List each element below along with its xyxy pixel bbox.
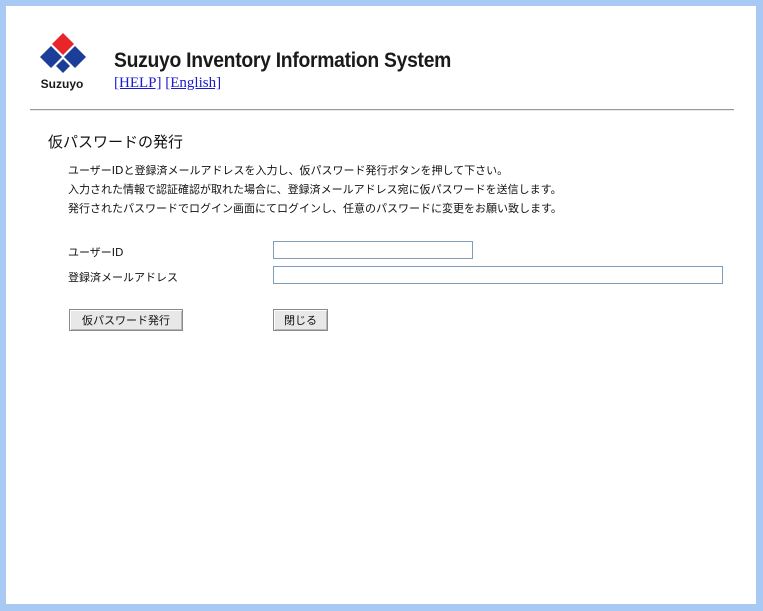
email-label: 登録済メールアドレス <box>68 271 178 284</box>
instruction-line: ユーザーIDと登録済メールアドレスを入力し、仮パスワード発行ボタンを押して下さい… <box>68 164 509 177</box>
close-button[interactable]: 閉じる <box>273 309 328 331</box>
logo-text: Suzuyo <box>40 77 84 91</box>
help-link[interactable]: [HELP] <box>114 75 162 91</box>
instruction-line: 入力された情報で認証確認が取れた場合に、登録済メールアドレス宛に仮パスワードを送… <box>68 183 562 196</box>
user-id-label: ユーザーID <box>68 246 124 259</box>
system-title: Suzuyo Inventory Information System <box>114 49 452 72</box>
header-divider <box>30 109 734 111</box>
email-input[interactable] <box>273 266 723 284</box>
logo-diamond-icon <box>40 33 86 73</box>
user-id-input[interactable] <box>273 241 473 259</box>
issue-temp-password-button[interactable]: 仮パスワード発行 <box>69 309 183 331</box>
page-frame: Suzuyo Suzuyo Inventory Information Syst… <box>6 6 756 604</box>
page-title: 仮パスワードの発行 <box>48 133 184 151</box>
english-link[interactable]: [English] <box>165 75 221 91</box>
instructions: ユーザーIDと登録済メールアドレスを入力し、仮パスワード発行ボタンを押して下さい… <box>68 161 562 218</box>
instruction-line: 発行されたパスワードでログイン画面にてログインし、任意のパスワードに変更をお願い… <box>68 202 562 215</box>
header-links: [HELP] [English] <box>114 75 221 92</box>
suzuyo-logo: Suzuyo <box>32 31 92 101</box>
